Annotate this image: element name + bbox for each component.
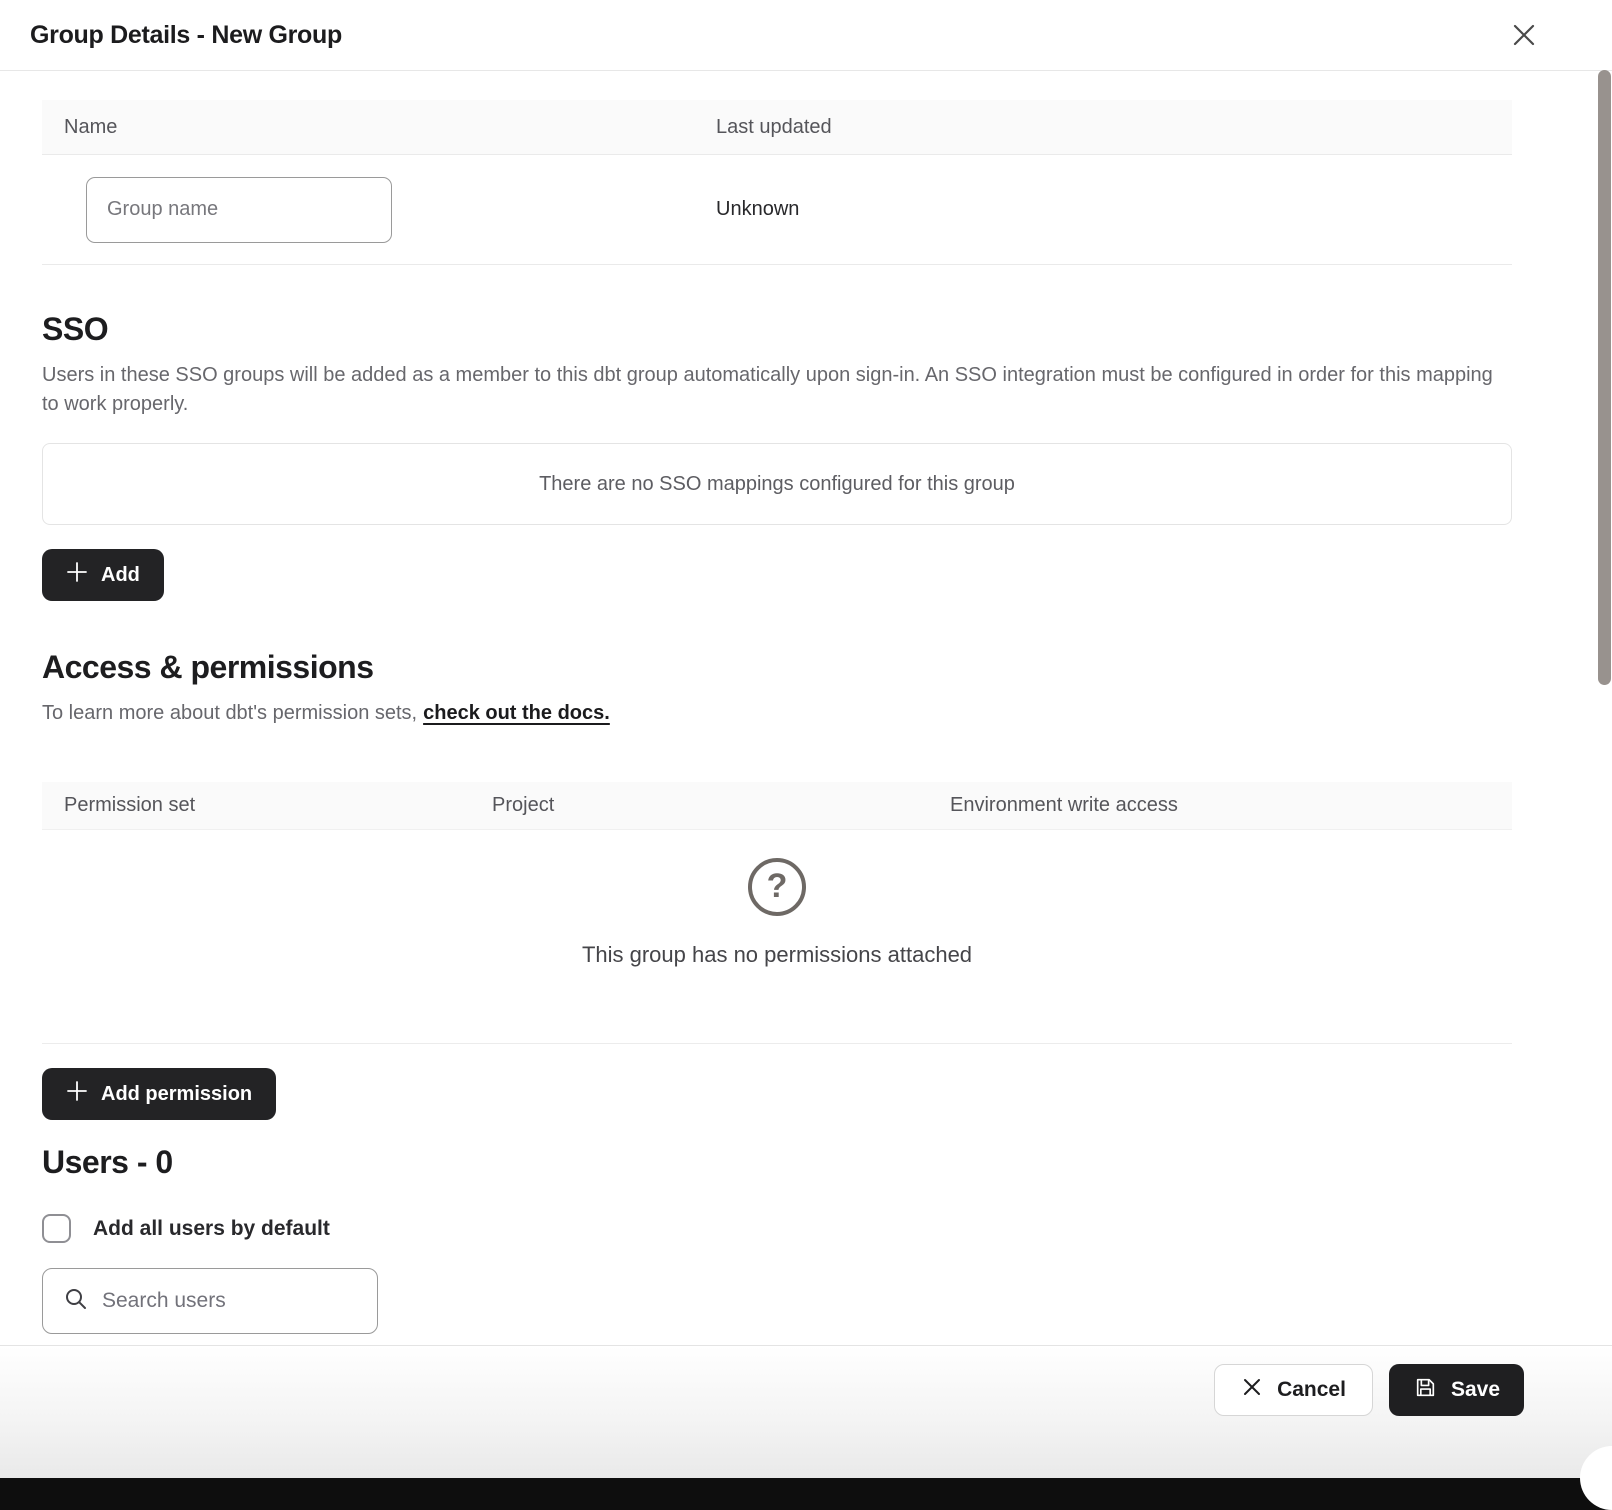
add-permission-button-label: Add permission	[101, 1083, 252, 1106]
permissions-intro-text: To learn more about dbt's permission set…	[42, 702, 417, 724]
sso-empty-state: There are no SSO mappings configured for…	[42, 443, 1512, 525]
column-header-last-updated: Last updated	[716, 116, 1512, 139]
permissions-heading: Access & permissions	[42, 647, 1512, 687]
sso-empty-message: There are no SSO mappings configured for…	[539, 473, 1015, 496]
sso-heading: SSO	[42, 309, 1512, 349]
plus-icon	[66, 1080, 88, 1108]
close-icon	[1510, 21, 1538, 52]
group-details-modal: Group Details - New Group Name Last upda…	[0, 0, 1612, 1478]
group-name-row: Unknown	[42, 155, 1512, 265]
question-mark-icon: ?	[748, 858, 806, 916]
search-icon	[63, 1286, 89, 1317]
docs-link[interactable]: check out the docs.	[423, 702, 610, 724]
add-all-users-checkbox[interactable]	[42, 1214, 71, 1243]
group-name-table: Name Last updated Unknown	[42, 100, 1512, 265]
cancel-x-icon	[1241, 1376, 1263, 1404]
search-users-box	[42, 1268, 378, 1334]
scrollbar-thumb[interactable]	[1598, 70, 1611, 685]
group-name-table-header: Name Last updated	[42, 100, 1512, 155]
save-button[interactable]: Save	[1389, 1364, 1524, 1416]
add-permission-button[interactable]: Add permission	[42, 1068, 276, 1120]
last-updated-value: Unknown	[716, 198, 1512, 221]
modal-title: Group Details - New Group	[30, 21, 342, 50]
save-floppy-icon	[1413, 1375, 1438, 1406]
permissions-empty-message: This group has no permissions attached	[42, 942, 1512, 968]
users-heading: Users - 0	[42, 1142, 1512, 1182]
column-header-project: Project	[492, 794, 950, 817]
permissions-intro: To learn more about dbt's permission set…	[42, 699, 1512, 728]
modal-footer: Cancel Save	[0, 1345, 1612, 1478]
modal-header: Group Details - New Group	[0, 0, 1612, 71]
save-button-label: Save	[1451, 1378, 1500, 1402]
add-all-users-row: Add all users by default	[42, 1214, 1512, 1243]
add-all-users-label[interactable]: Add all users by default	[93, 1217, 330, 1241]
plus-icon	[66, 561, 88, 589]
cancel-button-label: Cancel	[1277, 1378, 1346, 1402]
close-button[interactable]	[1508, 20, 1540, 52]
column-header-name: Name	[42, 116, 716, 139]
column-header-permission-set: Permission set	[42, 794, 492, 817]
column-header-environment-write-access: Environment write access	[950, 794, 1512, 817]
add-sso-button-label: Add	[101, 564, 140, 587]
search-users-input[interactable]	[102, 1289, 342, 1313]
permissions-table-header: Permission set Project Environment write…	[42, 782, 1512, 830]
modal-content: Name Last updated Unknown SSO Users in t…	[0, 100, 1612, 1334]
add-sso-mapping-button[interactable]: Add	[42, 549, 164, 601]
sso-description: Users in these SSO groups will be added …	[42, 361, 1512, 419]
group-name-input[interactable]	[86, 177, 392, 243]
permissions-empty-state: ? This group has no permissions attached	[42, 830, 1512, 1044]
permissions-table: Permission set Project Environment write…	[42, 782, 1512, 1044]
cancel-button[interactable]: Cancel	[1214, 1364, 1373, 1416]
